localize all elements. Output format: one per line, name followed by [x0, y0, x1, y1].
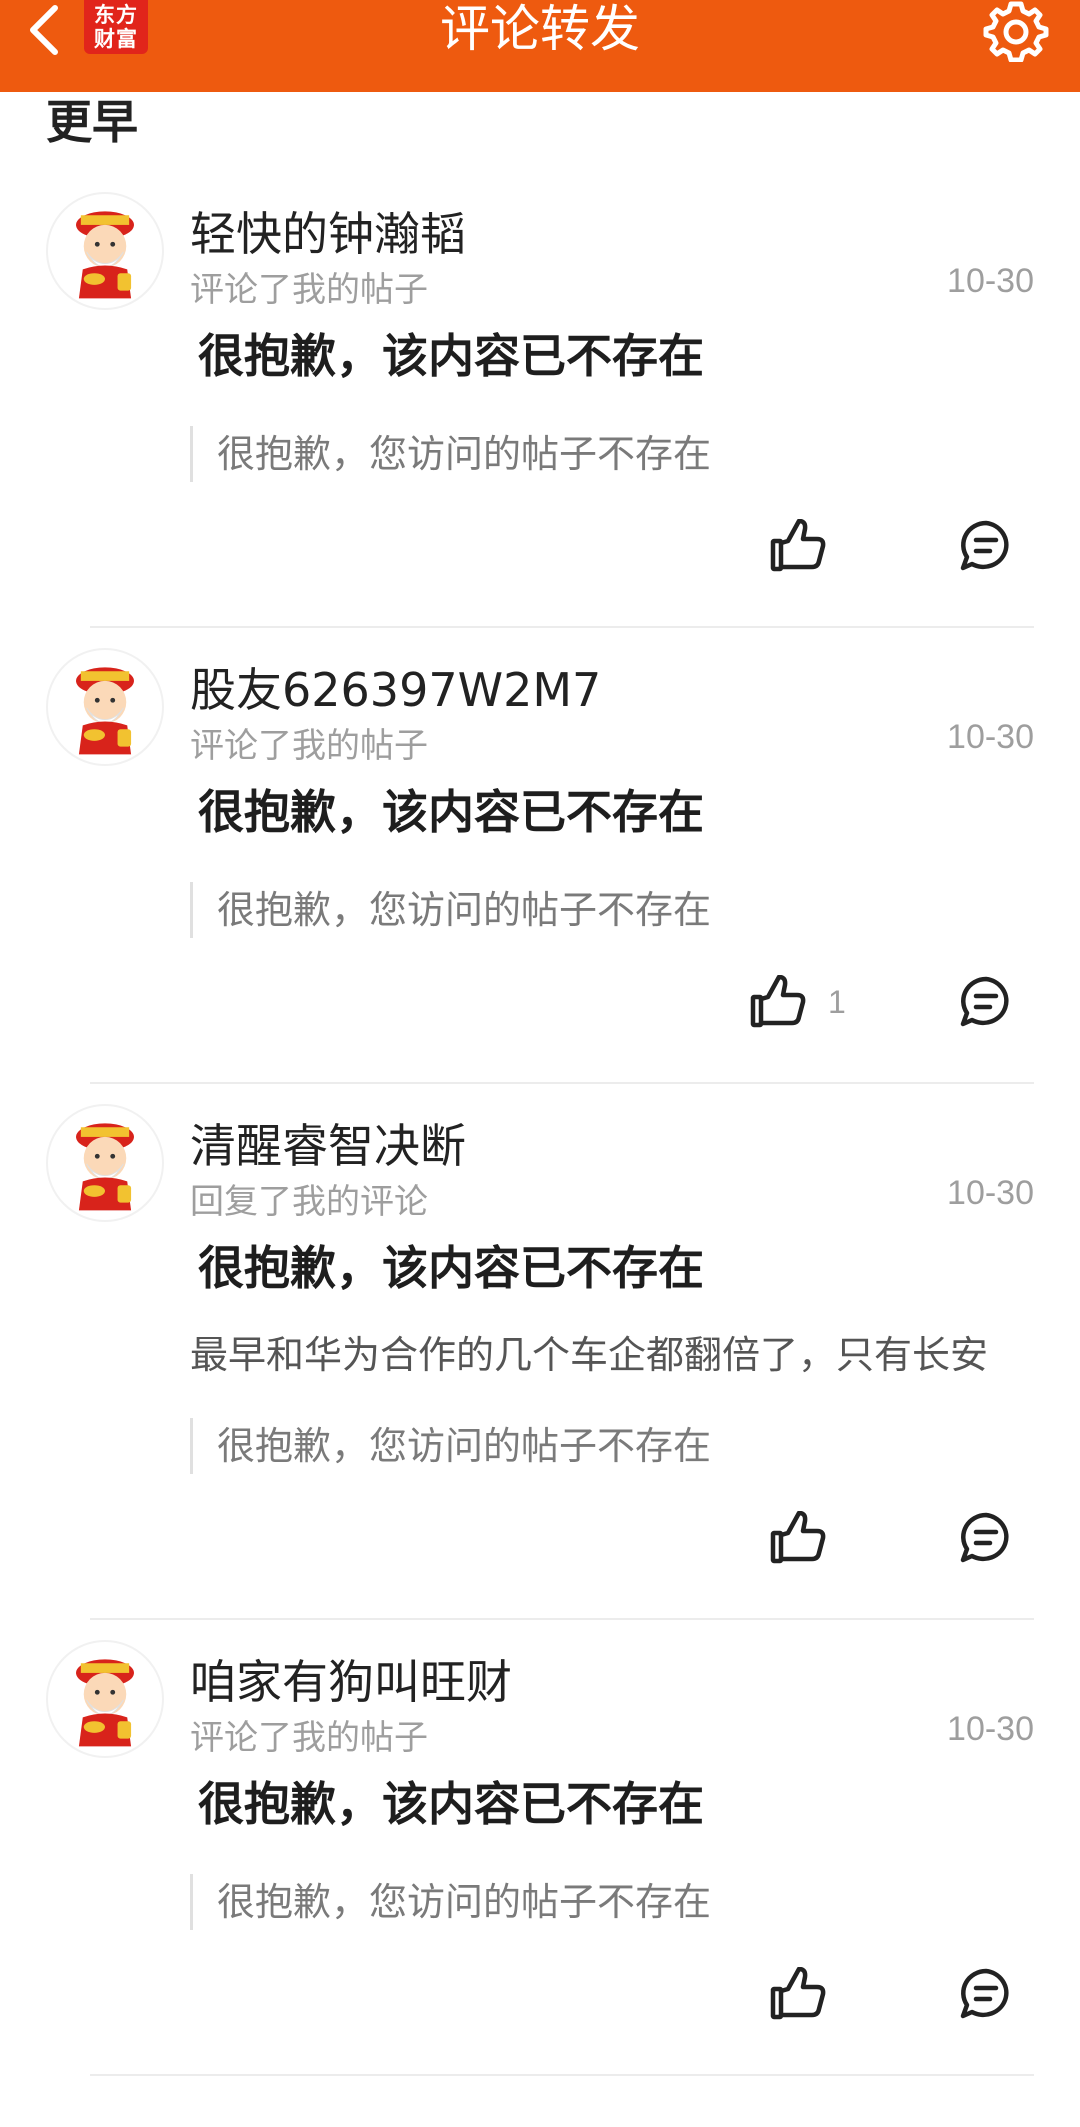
like-button[interactable] — [770, 1964, 848, 2024]
user-name[interactable]: 轻快的钟瀚韬 — [190, 198, 466, 264]
quoted-post[interactable]: 很抱歉，您访问的帖子不存在 — [190, 1418, 711, 1474]
fortune-god-avatar-icon — [76, 1659, 134, 1747]
comment-content[interactable]: 很抱歉，该内容已不存在 — [198, 1232, 704, 1298]
avatar[interactable] — [46, 1640, 164, 1758]
reply-button[interactable] — [958, 974, 1014, 1030]
like-button[interactable]: 1 — [750, 972, 846, 1032]
notification-item[interactable]: 咱家有狗叫旺财 评论了我的帖子 10-30 很抱歉，该内容已不存在 很抱歉，您访… — [0, 1620, 1080, 2076]
avatar[interactable] — [46, 1104, 164, 1222]
user-name[interactable]: 清醒睿智决断 — [190, 1110, 466, 1176]
gear-icon — [983, 1, 1049, 62]
notification-item[interactable]: 轻快的钟瀚韬 评论了我的帖子 10-30 很抱歉，该内容已不存在 很抱歉，您访问… — [0, 172, 1080, 628]
action-text: 回复了我的评论 — [190, 1182, 428, 1222]
action-text: 评论了我的帖子 — [190, 726, 428, 766]
section-title-earlier: 更早 — [46, 95, 138, 149]
divider — [90, 2074, 1034, 2076]
settings-button[interactable] — [980, 0, 1052, 62]
notification-item[interactable]: 股友626397W2M7 评论了我的帖子 10-30 很抱歉，该内容已不存在 很… — [0, 628, 1080, 1084]
action-text: 评论了我的帖子 — [190, 1718, 428, 1758]
avatar[interactable] — [46, 648, 164, 766]
timestamp: 10-30 — [947, 1174, 1034, 1212]
page-title: 评论转发 — [440, 0, 640, 58]
comment-content[interactable]: 很抱歉，该内容已不存在 — [198, 776, 704, 842]
thumbs-up-icon — [750, 975, 806, 1028]
thumbs-up-icon — [770, 1967, 826, 2020]
reply-button[interactable] — [958, 518, 1014, 574]
reply-button[interactable] — [958, 1966, 1014, 2022]
timestamp: 10-30 — [947, 718, 1034, 756]
comment-content[interactable]: 很抱歉，该内容已不存在 — [198, 1768, 704, 1834]
chat-bubble-icon — [960, 1512, 1009, 1563]
like-button[interactable] — [770, 516, 848, 576]
fortune-god-avatar-icon — [76, 211, 134, 299]
user-name[interactable]: 咱家有狗叫旺财 — [190, 1646, 512, 1712]
thumbs-up-icon — [770, 519, 826, 572]
action-text: 评论了我的帖子 — [190, 270, 428, 310]
user-name[interactable]: 股友626397W2M7 — [190, 654, 601, 720]
chat-bubble-icon — [960, 1968, 1009, 2019]
like-button[interactable] — [770, 1508, 848, 1568]
reply-button[interactable] — [958, 1510, 1014, 1566]
quoted-post[interactable]: 很抱歉，您访问的帖子不存在 — [190, 426, 711, 482]
chat-bubble-icon — [960, 520, 1009, 571]
reply-text[interactable]: 最早和华为合作的几个车企都翻倍了，只有长安 — [190, 1324, 1034, 1379]
timestamp: 10-30 — [947, 1710, 1034, 1748]
quoted-post[interactable]: 很抱歉，您访问的帖子不存在 — [190, 1874, 711, 1930]
quoted-post[interactable]: 很抱歉，您访问的帖子不存在 — [190, 882, 711, 938]
timestamp: 10-30 — [947, 262, 1034, 300]
like-count: 1 — [828, 983, 846, 1020]
notification-item[interactable]: 清醒睿智决断 回复了我的评论 10-30 很抱歉，该内容已不存在 最早和华为合作… — [0, 1084, 1080, 1620]
comment-content[interactable]: 很抱歉，该内容已不存在 — [198, 320, 704, 386]
app-header: 东方 财富 评论转发 — [0, 0, 1080, 92]
fortune-god-avatar-icon — [76, 1123, 134, 1211]
thumbs-up-icon — [770, 1511, 826, 1564]
chat-bubble-icon — [960, 976, 1009, 1027]
fortune-god-avatar-icon — [76, 667, 134, 755]
avatar[interactable] — [46, 192, 164, 310]
